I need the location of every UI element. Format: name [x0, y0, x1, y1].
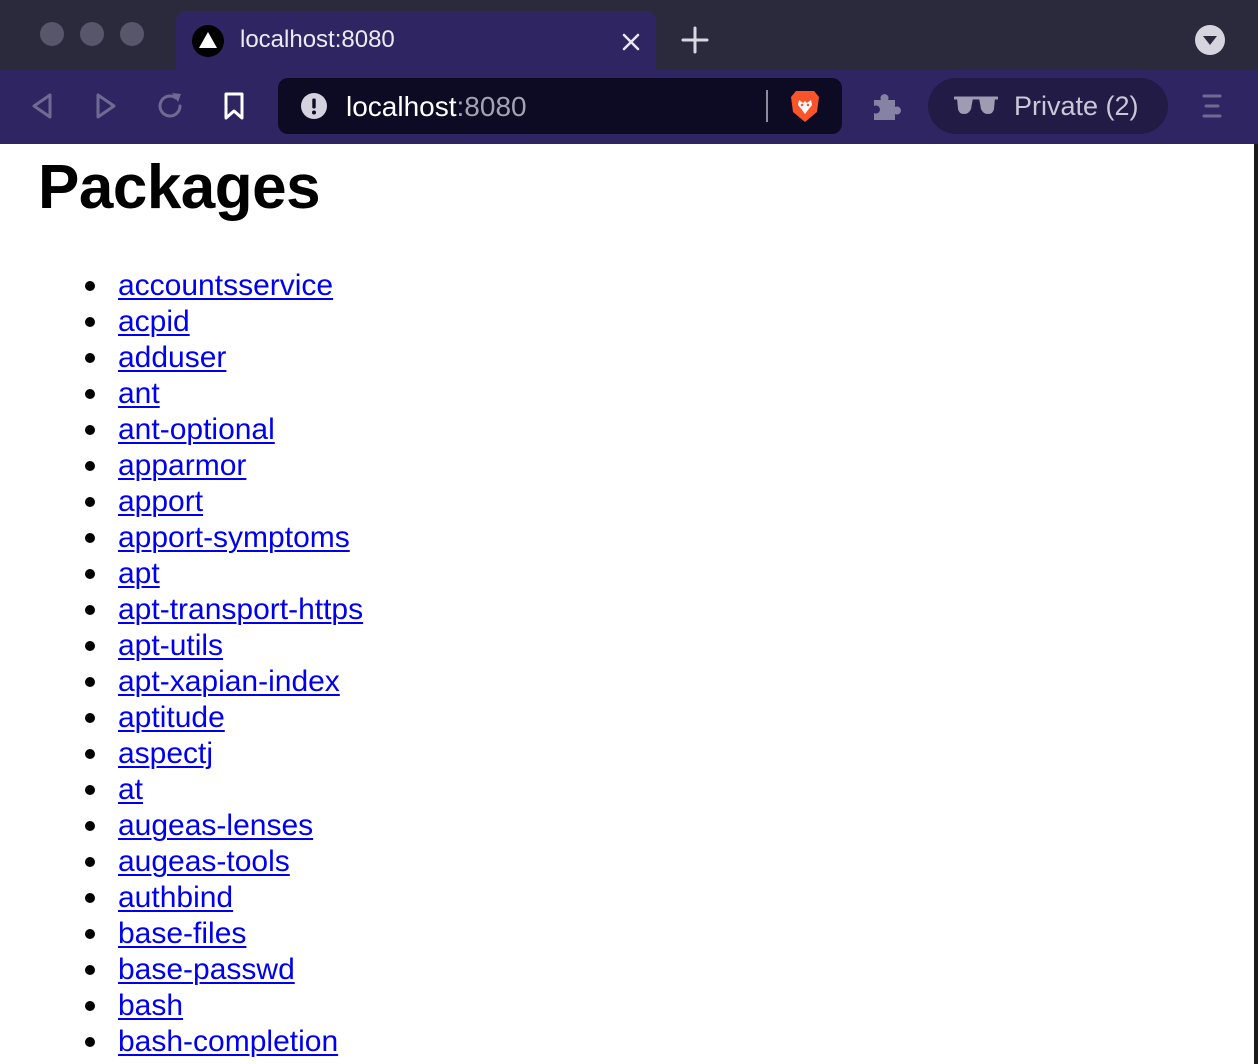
package-link[interactable]: apport: [118, 485, 203, 518]
list-item: base-passwd: [85, 952, 363, 988]
list-item: bash-completion: [85, 1024, 363, 1060]
bullet-icon: [85, 965, 95, 975]
list-item: bash: [85, 988, 363, 1024]
private-label: Private (2): [1014, 91, 1139, 121]
bullet-icon: [85, 353, 95, 363]
browser-window: localhost:8080 localhost:8080 Private (2…: [0, 0, 1258, 1064]
list-item: at: [85, 772, 363, 808]
package-link[interactable]: apt-xapian-index: [118, 665, 340, 698]
window-edge: [1254, 144, 1258, 1064]
plus-icon[interactable]: [680, 25, 710, 55]
url-divider: [766, 90, 768, 122]
package-link[interactable]: adduser: [118, 341, 226, 374]
package-link[interactable]: at: [118, 773, 143, 806]
info-icon[interactable]: [300, 92, 328, 120]
address-bar[interactable]: localhost:8080: [278, 78, 842, 134]
back-arrow-icon[interactable]: [24, 88, 60, 124]
tab-strip: localhost:8080: [0, 0, 1258, 70]
bullet-icon: [85, 857, 95, 867]
package-link[interactable]: augeas-lenses: [118, 809, 313, 842]
bullet-icon: [85, 1037, 95, 1047]
package-link[interactable]: ant-optional: [118, 413, 275, 446]
package-link[interactable]: apport-symptoms: [118, 521, 350, 554]
url-host: localhost: [346, 91, 457, 122]
bullet-icon: [85, 281, 95, 291]
bullet-icon: [85, 1001, 95, 1011]
reload-icon[interactable]: [152, 88, 188, 124]
bullet-icon: [85, 749, 95, 759]
bullet-icon: [85, 893, 95, 903]
list-item: apt-transport-https: [85, 592, 363, 628]
window-close-light[interactable]: [40, 22, 64, 46]
package-link[interactable]: bash: [118, 989, 183, 1022]
bookmark-icon[interactable]: [216, 88, 252, 124]
bullet-icon: [85, 389, 95, 399]
tab-title: localhost:8080: [240, 26, 395, 53]
url-port: :8080: [456, 91, 527, 122]
private-window-button[interactable]: Private (2): [928, 78, 1168, 134]
puzzle-icon[interactable]: [868, 88, 904, 124]
list-item: ant: [85, 376, 363, 412]
list-item: apport-symptoms: [85, 520, 363, 556]
bullet-icon: [85, 569, 95, 579]
list-item: apparmor: [85, 448, 363, 484]
list-item: augeas-tools: [85, 844, 363, 880]
list-item: apt: [85, 556, 363, 592]
bullet-icon: [85, 497, 95, 507]
bullet-icon: [85, 821, 95, 831]
list-item: accountsservice: [85, 268, 363, 304]
brave-lion-icon[interactable]: [788, 88, 822, 124]
list-item: adduser: [85, 340, 363, 376]
package-link[interactable]: base-passwd: [118, 953, 295, 986]
list-item: aspectj: [85, 736, 363, 772]
bullet-icon: [85, 713, 95, 723]
bullet-icon: [85, 641, 95, 651]
forward-arrow-icon[interactable]: [88, 88, 124, 124]
page-title: Packages: [38, 153, 321, 222]
package-link[interactable]: apparmor: [118, 449, 246, 482]
list-item: base-files: [85, 916, 363, 952]
list-item: apt-utils: [85, 628, 363, 664]
package-link[interactable]: apt-transport-https: [118, 593, 363, 626]
list-item: apport: [85, 484, 363, 520]
page-content: Packages accountsservice acpid adduser ant a…: [0, 144, 1254, 1064]
bullet-icon: [85, 677, 95, 687]
bullet-icon: [85, 425, 95, 435]
package-link[interactable]: bash-completion: [118, 1025, 338, 1058]
package-link[interactable]: apt-utils: [118, 629, 223, 662]
package-link[interactable]: accountsservice: [118, 269, 333, 302]
close-icon[interactable]: [618, 29, 644, 55]
bullet-icon: [85, 605, 95, 615]
list-item: augeas-lenses: [85, 808, 363, 844]
list-item: apt-xapian-index: [85, 664, 363, 700]
list-item: aptitude: [85, 700, 363, 736]
chevron-down-icon[interactable]: [1195, 25, 1225, 55]
package-link[interactable]: base-files: [118, 917, 246, 950]
url-text: localhost:8080: [346, 91, 527, 123]
package-link[interactable]: augeas-tools: [118, 845, 290, 878]
bullet-icon: [85, 317, 95, 327]
window-zoom-light[interactable]: [120, 22, 144, 46]
bullet-icon: [85, 461, 95, 471]
active-tab[interactable]: localhost:8080: [176, 11, 656, 70]
package-link[interactable]: aspectj: [118, 737, 213, 770]
sunglasses-icon: [953, 94, 999, 118]
package-link[interactable]: aptitude: [118, 701, 225, 734]
list-item: authbind: [85, 880, 363, 916]
hamburger-menu-icon[interactable]: [1194, 88, 1230, 124]
window-minimize-light[interactable]: [80, 22, 104, 46]
list-item: ant-optional: [85, 412, 363, 448]
bullet-icon: [85, 785, 95, 795]
package-link[interactable]: authbind: [118, 881, 233, 914]
package-link[interactable]: acpid: [118, 305, 190, 338]
bullet-icon: [85, 533, 95, 543]
bullet-icon: [85, 929, 95, 939]
list-item: acpid: [85, 304, 363, 340]
triangle-logo-icon: [192, 25, 224, 57]
toolbar: localhost:8080 Private (2): [0, 70, 1258, 144]
package-list: accountsservice acpid adduser ant ant-option…: [0, 268, 363, 1060]
package-link[interactable]: apt: [118, 557, 160, 590]
package-link[interactable]: ant: [118, 377, 160, 410]
